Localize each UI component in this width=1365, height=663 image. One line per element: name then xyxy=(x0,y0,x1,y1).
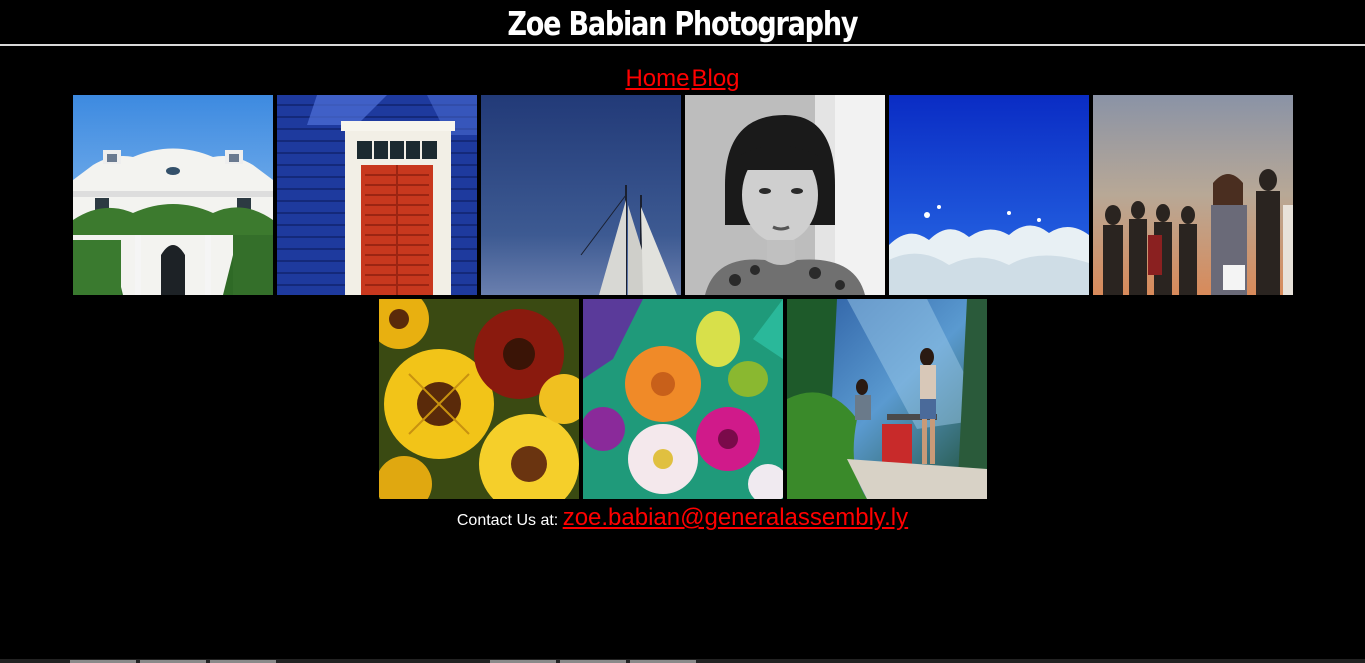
photo-gallery xyxy=(0,95,1365,503)
crowd-sunset-photo[interactable] xyxy=(1092,95,1293,295)
contact-line: Contact Us at: zoe.babian@generalassembl… xyxy=(0,504,1365,532)
site-header: Zoe Babian Photography xyxy=(0,0,1365,46)
site-title: Zoe Babian Photography xyxy=(507,4,859,43)
sunflowers-photo[interactable] xyxy=(378,299,579,499)
gallery-row-1 xyxy=(0,95,1365,295)
bw-portrait-photo[interactable] xyxy=(684,95,885,295)
sailboat-dusk-photo[interactable] xyxy=(480,95,681,295)
nav-blog-link[interactable]: Blog xyxy=(691,65,739,92)
red-door-blue-wall-photo[interactable] xyxy=(276,95,477,295)
taskbar-strip xyxy=(0,659,1365,663)
ocean-wave-photo[interactable] xyxy=(888,95,1089,295)
contact-email-link[interactable]: zoe.babian@generalassembly.ly xyxy=(563,504,908,531)
white-mansion-photo[interactable] xyxy=(72,95,273,295)
main-nav: HomeBlog xyxy=(0,64,1365,94)
garden-table-photo[interactable] xyxy=(786,299,987,499)
gallery-row-2 xyxy=(0,299,1365,499)
nav-home-link[interactable]: Home xyxy=(625,65,689,92)
contact-label: Contact Us at: xyxy=(456,512,559,529)
dahlia-bouquet-photo[interactable] xyxy=(582,299,783,499)
